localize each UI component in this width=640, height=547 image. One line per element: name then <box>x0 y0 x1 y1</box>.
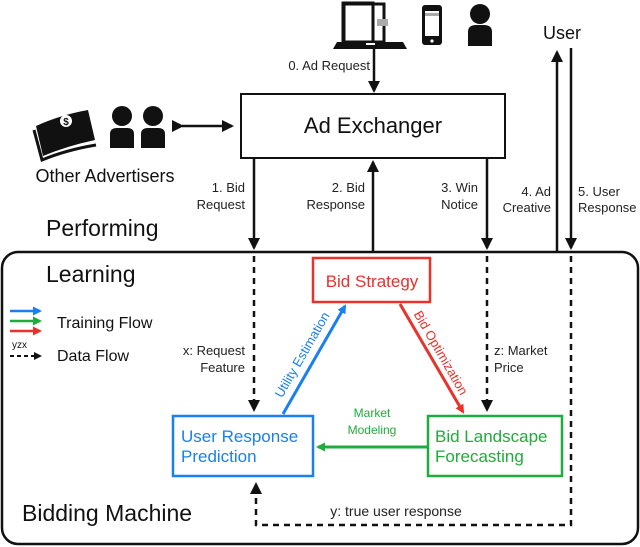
bid-optimization-label: Bid Optimization <box>411 308 471 397</box>
legend-data-tag: yzx <box>12 340 27 351</box>
ad-request-label: 0. Ad Request <box>288 58 370 73</box>
bid-strategy-label: Bid Strategy <box>326 272 419 291</box>
learning-label: Learning <box>46 261 136 287</box>
legend-data-label: Data Flow <box>57 348 129 365</box>
other-advertisers-label: Other Advertisers <box>35 166 174 186</box>
legend-training-label: Training Flow <box>57 315 153 332</box>
smartphone-icon <box>422 5 442 45</box>
laptop-icon <box>333 1 407 49</box>
money-icon: $ <box>32 110 97 163</box>
x-label: x: Request Feature <box>183 343 246 375</box>
svg-text:$: $ <box>63 117 69 128</box>
bid-response-label: 2. Bid Response <box>306 180 365 212</box>
person-icon <box>468 4 492 46</box>
y-label: y: true user response <box>330 503 462 519</box>
user-response-prediction-box <box>171 414 315 478</box>
ad-exchanger-label: Ad Exchanger <box>304 113 442 138</box>
people-icon <box>110 106 165 148</box>
win-notice-label: 3. Win Notice <box>441 180 478 212</box>
user-response-label: 5. User Response <box>578 184 637 215</box>
bid-request-label: 1. Bid Request <box>197 180 246 212</box>
bid-landscape-forecasting-box <box>426 414 564 478</box>
ad-creative-label: 4. Ad Creative <box>503 184 551 215</box>
user-label: User <box>543 23 581 43</box>
market-modeling-label: Market Modeling <box>348 406 397 437</box>
bidding-machine-label: Bidding Machine <box>22 500 192 526</box>
legend: Training Flow yzx Data Flow <box>10 306 153 365</box>
z-label: z: Market Price <box>494 343 548 375</box>
utility-estimation-label: Utility Estimation <box>272 309 333 400</box>
diagram-canvas: 0. Ad Request Ad Exchanger $ Other Adver… <box>0 1 640 546</box>
performing-label: Performing <box>46 215 158 241</box>
